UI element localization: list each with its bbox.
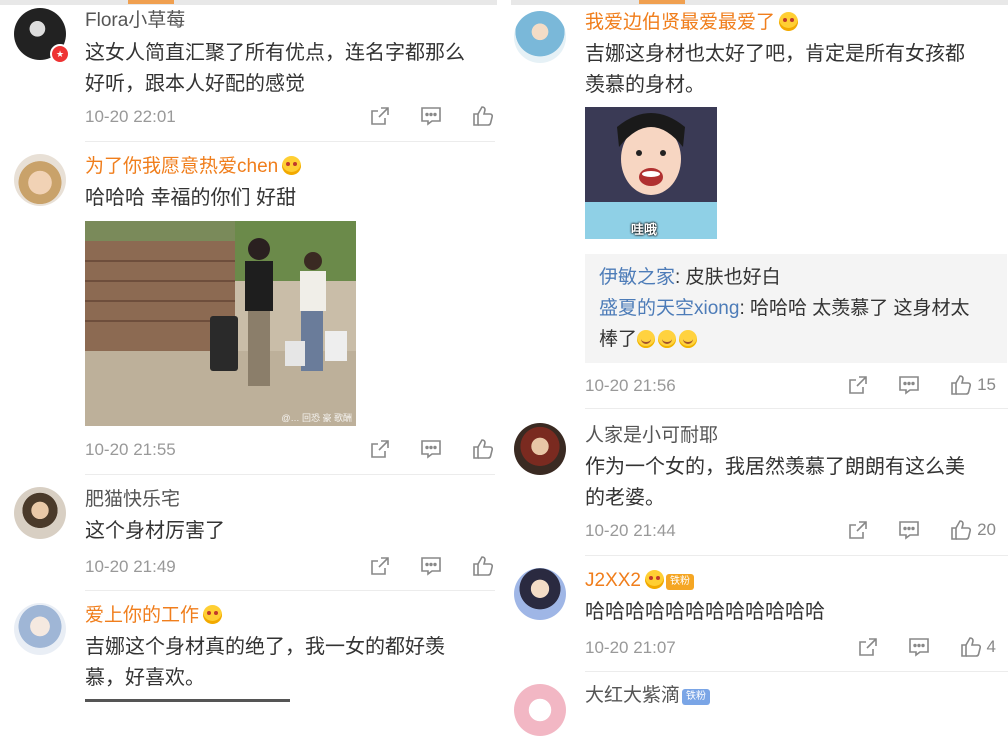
comment-actions: 15	[819, 373, 996, 397]
divider	[585, 671, 1008, 672]
avatar[interactable]	[514, 568, 566, 620]
like-count: 4	[986, 637, 996, 656]
reply-username[interactable]: 伊敏之家	[599, 267, 675, 288]
fan-badge: 铁粉	[682, 689, 711, 705]
reply-item: 伊敏之家: 皮肤也好白	[599, 267, 781, 288]
comment-username[interactable]: J2XX2 铁粉	[585, 569, 694, 593]
share-icon[interactable]	[847, 374, 869, 396]
like-icon	[949, 373, 973, 397]
emoji-icon	[203, 605, 223, 624]
like-button[interactable]: 15	[949, 373, 996, 397]
like-icon	[949, 518, 973, 542]
comment-time: 10-20 22:01	[85, 107, 176, 126]
comment-icon[interactable]	[907, 636, 931, 658]
comment-column-left: ★ Flora小草莓 这女人简直汇聚了所有优点，连名字都那么 好听，跟本人好配的…	[0, 0, 497, 702]
comment-actions: 4	[829, 635, 996, 659]
sticker-image[interactable]: 哇哦	[585, 107, 717, 239]
sticker-caption: 哇哦	[631, 222, 658, 237]
share-icon[interactable]	[369, 105, 391, 127]
share-icon[interactable]	[369, 555, 391, 577]
like-count: 15	[977, 375, 996, 394]
avatar[interactable]	[514, 11, 566, 63]
comment-icon[interactable]	[419, 555, 443, 577]
avatar[interactable]	[14, 603, 66, 655]
divider	[585, 555, 1008, 556]
grin-emoji-icon	[679, 330, 698, 348]
comment-actions	[341, 104, 495, 128]
comment-username[interactable]: 为了你我愿意热爱chen	[85, 155, 302, 179]
comment-text: 这个身材厉害了	[85, 520, 225, 542]
comment-username[interactable]: Flora小草莓	[85, 9, 185, 33]
avatar[interactable]	[14, 154, 66, 206]
avatar[interactable]	[14, 487, 66, 539]
comment-actions: 20	[819, 518, 996, 542]
comment-text: 这女人简直汇聚了所有优点，连名字都那么 好听，跟本人好配的感觉	[85, 42, 465, 95]
comment-username[interactable]: 我爱边伯贤最爱最爱了	[585, 11, 799, 35]
comment-time: 10-20 21:44	[585, 521, 676, 540]
comment-icon[interactable]	[419, 105, 443, 127]
comment-username[interactable]: 人家是小可耐耶	[585, 424, 718, 448]
divider	[85, 590, 495, 591]
comment-time: 10-20 21:56	[585, 376, 676, 395]
reply-item: 盛夏的天空xiong: 哈哈哈 太羡慕了 这身材太	[599, 298, 970, 319]
comment-username[interactable]: 大红大紫滴 铁粉	[585, 684, 711, 708]
comment-username[interactable]: 爱上你的工作	[85, 604, 223, 628]
comment-text: 吉娜这身材也太好了吧，肯定是所有女孩都 羡慕的身材。	[585, 43, 965, 96]
comment-text: 哈哈哈哈哈哈哈哈哈哈哈哈	[585, 601, 825, 623]
emoji-icon	[282, 156, 302, 175]
comment-icon[interactable]	[897, 519, 921, 541]
like-button[interactable]: 4	[959, 635, 996, 659]
verified-badge-icon: ★	[50, 44, 70, 64]
like-icon	[959, 635, 983, 659]
like-count: 20	[977, 520, 996, 539]
comment-text: 吉娜这个身材真的绝了，我一女的都好羡 慕，好喜欢。	[85, 636, 445, 689]
comment-icon[interactable]	[419, 438, 443, 460]
comment-time: 10-20 21:49	[85, 557, 176, 576]
emoji-icon	[644, 570, 664, 589]
share-icon[interactable]	[847, 519, 869, 541]
photo-watermark: @… 回恐 豪 歌酬	[281, 413, 352, 423]
divider	[585, 408, 1008, 409]
divider	[85, 141, 495, 142]
comment-photo[interactable]: @… 回恐 豪 歌酬	[85, 221, 356, 426]
comment-time: 10-20 21:07	[585, 638, 676, 657]
reply-username[interactable]: 盛夏的天空xiong	[599, 298, 739, 319]
like-icon[interactable]	[471, 437, 495, 461]
avatar[interactable]	[514, 684, 566, 736]
share-icon[interactable]	[857, 636, 879, 658]
fan-badge: 铁粉	[665, 574, 694, 590]
comment-text: 哈哈哈 幸福的你们 好甜	[85, 187, 297, 209]
grin-emoji-icon	[637, 330, 656, 348]
like-icon[interactable]	[471, 104, 495, 128]
like-icon[interactable]	[471, 554, 495, 578]
comment-actions	[341, 437, 495, 461]
divider	[85, 474, 495, 475]
like-button[interactable]: 20	[949, 518, 996, 542]
emoji-icon	[779, 12, 799, 31]
avatar[interactable]	[514, 423, 566, 475]
reply-box: 伊敏之家: 皮肤也好白 盛夏的天空xiong: 哈哈哈 太羡慕了 这身材太 棒了	[585, 254, 1007, 363]
reply-item-cont: 棒了	[599, 324, 993, 355]
share-icon[interactable]	[369, 438, 391, 460]
comment-actions	[341, 554, 495, 578]
comment-text: 作为一个女的，我居然羡慕了朗朗有这么美 的老婆。	[585, 456, 965, 509]
comment-username[interactable]: 肥猫快乐宅	[85, 488, 180, 512]
comment-time: 10-20 21:55	[85, 440, 176, 459]
comment-column-right: 我爱边伯贤最爱最爱了 吉娜这身材也太好了吧，肯定是所有女孩都 羡慕的身材。 哇哦…	[511, 0, 1008, 736]
grin-emoji-icon	[658, 330, 677, 348]
comment-icon[interactable]	[897, 374, 921, 396]
